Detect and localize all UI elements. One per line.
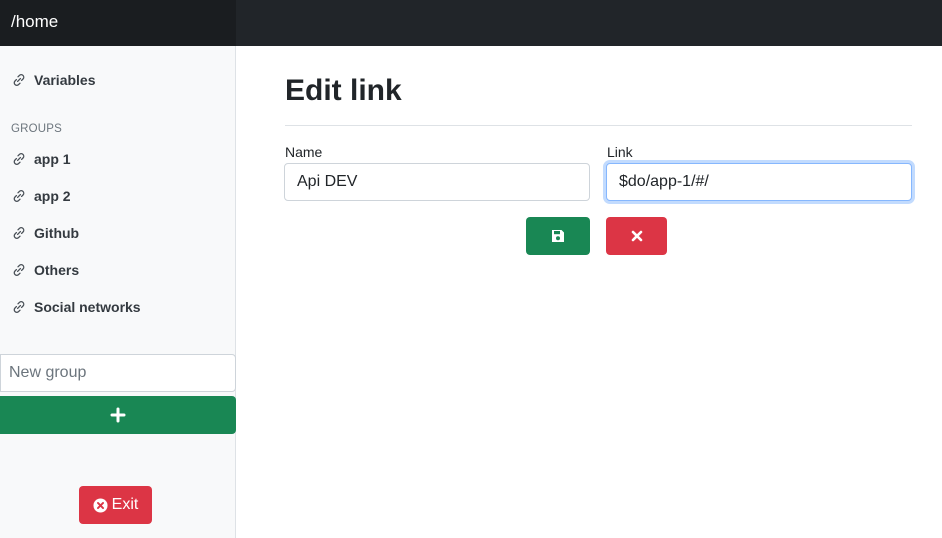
add-group-button[interactable]: [0, 396, 236, 434]
close-icon: [631, 230, 642, 242]
sidebar-item-label: Others: [34, 262, 80, 278]
current-path: /home: [11, 12, 59, 31]
cancel-button[interactable]: [606, 217, 667, 255]
sidebar-item-label: app 2: [34, 188, 71, 204]
sidebar-item-label: Social networks: [34, 299, 141, 315]
sidebar-item-variables[interactable]: Variables: [11, 69, 96, 91]
link-icon: [13, 264, 25, 276]
new-group-input[interactable]: [0, 354, 236, 392]
sidebar-item-group[interactable]: app 1: [11, 148, 71, 170]
link-icon: [13, 74, 25, 86]
sidebar: Variables GROUPS app 1 app 2 Github Othe…: [0, 46, 236, 538]
link-label: Link: [607, 144, 633, 160]
page-title: Edit link: [285, 74, 402, 107]
name-input[interactable]: [284, 163, 590, 201]
sidebar-item-group[interactable]: Social networks: [11, 296, 141, 318]
link-icon: [13, 301, 25, 313]
navbar-brand[interactable]: /home: [0, 0, 236, 46]
sidebar-item-group[interactable]: app 2: [11, 185, 71, 207]
link-input[interactable]: [606, 163, 912, 201]
link-icon: [13, 190, 25, 202]
plus-icon: [110, 407, 126, 423]
name-label: Name: [285, 144, 323, 160]
groups-heading: GROUPS: [11, 123, 63, 135]
exit-button-label: Exit: [111, 496, 139, 513]
save-button[interactable]: [526, 217, 590, 255]
sidebar-item-group[interactable]: Github: [11, 222, 79, 244]
link-icon: [13, 153, 25, 165]
floppy-disk-icon: [552, 230, 564, 242]
sidebar-item-group[interactable]: Others: [11, 259, 79, 281]
circle-x-icon: [93, 497, 108, 513]
link-icon: [13, 227, 25, 239]
top-navbar: /home: [0, 0, 942, 46]
sidebar-item-label: app 1: [34, 151, 71, 167]
exit-button[interactable]: Exit: [79, 486, 152, 524]
sidebar-item-label: Github: [34, 225, 80, 241]
title-divider: [285, 125, 912, 126]
sidebar-item-label: Variables: [34, 72, 96, 88]
